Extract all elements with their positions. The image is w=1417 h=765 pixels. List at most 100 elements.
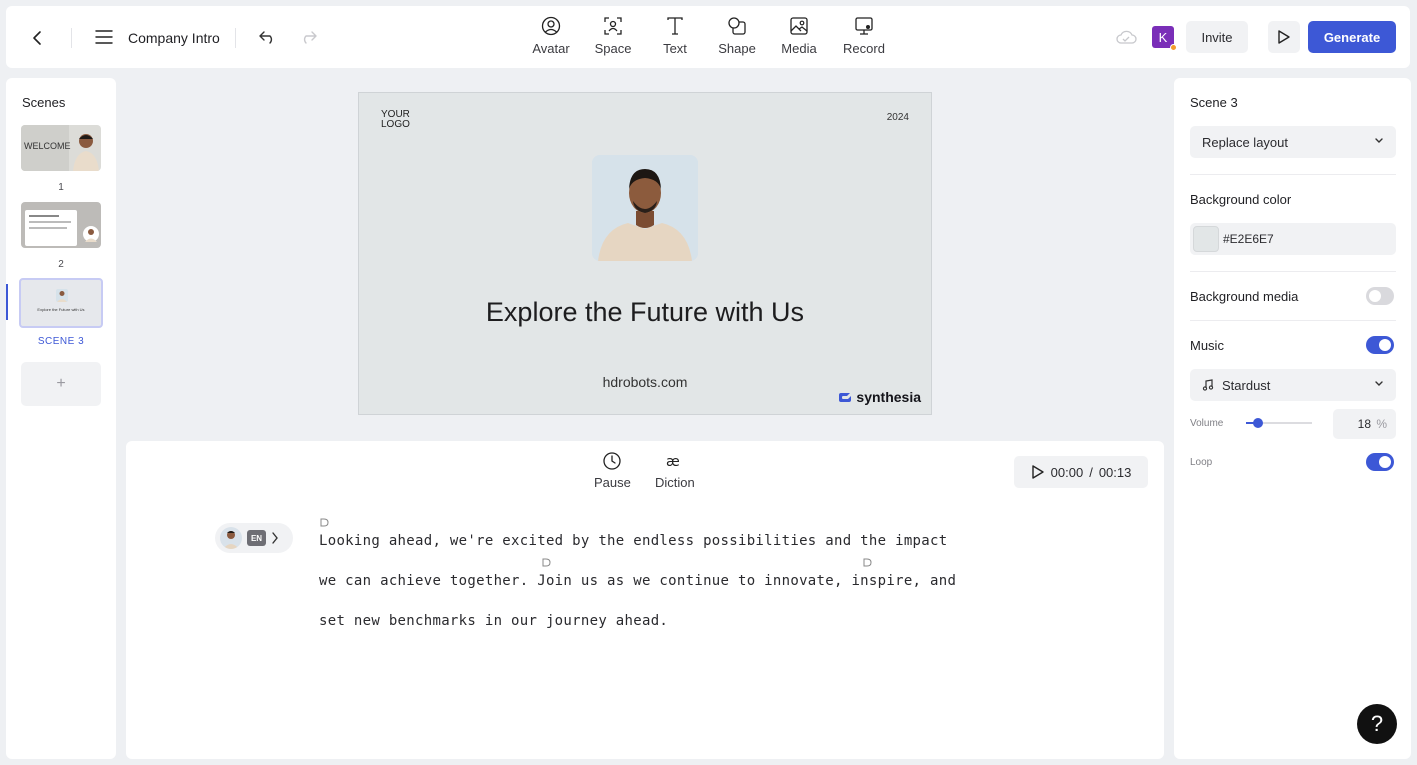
divider	[1190, 174, 1396, 175]
website-text[interactable]: hdrobots.com	[359, 374, 931, 390]
clock-icon	[603, 452, 622, 470]
scene-number: 2	[58, 259, 64, 270]
play-icon	[1031, 465, 1044, 479]
time-current: 00:00	[1050, 464, 1084, 480]
divider	[235, 28, 236, 48]
svg-text:æ: æ	[666, 454, 680, 470]
tool-label: Space	[594, 41, 632, 56]
tool-record[interactable]: Record	[834, 16, 894, 62]
playback-timer[interactable]: 00:00 / 00:13	[1014, 456, 1148, 488]
tool-space[interactable]: Space	[583, 16, 643, 62]
text-icon	[667, 17, 683, 35]
tool-label: Media	[781, 41, 817, 56]
scene-thumbnail-1[interactable]: WELCOME	[21, 125, 101, 171]
back-icon[interactable]	[24, 24, 52, 52]
year-text[interactable]: 2024	[887, 112, 909, 123]
volume-label: Volume	[1190, 418, 1224, 429]
diction-button[interactable]: æ Diction	[655, 451, 695, 490]
tool-avatar[interactable]: Avatar	[521, 16, 581, 62]
music-toggle[interactable]	[1366, 336, 1394, 354]
headline-text[interactable]: Explore the Future with Us	[359, 297, 931, 328]
play-icon	[1278, 30, 1290, 44]
scene-title: Scene 3	[1190, 95, 1238, 110]
toggle-knob	[1379, 456, 1391, 468]
loop-toggle[interactable]	[1366, 453, 1394, 471]
user-initial: K	[1158, 29, 1168, 45]
volume-slider[interactable]	[1246, 418, 1312, 428]
divider	[71, 28, 72, 48]
scenes-title: Scenes	[22, 95, 66, 110]
thumb-line	[29, 221, 71, 223]
brand-watermark: synthesia	[838, 389, 921, 405]
presenter-image	[73, 129, 99, 171]
redo-icon[interactable]	[296, 25, 320, 49]
thumb-line	[29, 227, 67, 229]
invite-button[interactable]: Invite	[1186, 21, 1248, 53]
volume-value[interactable]: 18	[1358, 417, 1371, 431]
toggle-knob	[1379, 339, 1391, 351]
generate-button[interactable]: Generate	[1308, 21, 1396, 53]
toggle-knob	[1369, 290, 1381, 302]
volume-input[interactable]: 18 %	[1333, 409, 1396, 439]
background-media-toggle[interactable]	[1366, 287, 1394, 305]
tool-shape[interactable]: Shape	[707, 16, 767, 62]
project-title[interactable]: Company Intro	[128, 30, 220, 46]
script-line[interactable]: set new benchmarks in our journey ahead.	[319, 601, 999, 641]
background-color-label: Background color	[1190, 192, 1292, 207]
brand-name: synthesia	[856, 389, 921, 405]
chevron-down-icon	[1375, 381, 1383, 386]
dropdown-label: Replace layout	[1202, 134, 1288, 150]
menu-icon[interactable]	[92, 25, 116, 49]
top-bar: Company Intro Avatar Space Text Shape Me…	[6, 6, 1410, 68]
replace-layout-dropdown[interactable]: Replace layout	[1190, 126, 1396, 158]
tool-text[interactable]: Text	[645, 16, 705, 62]
record-icon	[855, 17, 873, 35]
shape-icon	[728, 17, 746, 35]
slider-handle[interactable]	[1252, 418, 1263, 428]
music-track-dropdown[interactable]: Stardust	[1190, 369, 1396, 401]
diction-label: Diction	[655, 475, 695, 490]
color-swatch[interactable]	[1193, 226, 1219, 252]
script-line[interactable]: we can achieve together. Join us as we c…	[319, 561, 999, 601]
background-color-field[interactable]: #E2E6E7	[1190, 223, 1396, 255]
music-note-icon	[1202, 379, 1214, 391]
media-icon	[790, 17, 808, 35]
chevron-down-icon	[1375, 138, 1383, 143]
undo-icon[interactable]	[256, 25, 280, 49]
chevron-right-icon	[272, 532, 278, 544]
scene-thumbnail-3[interactable]: Explore the Future with Us	[19, 278, 103, 328]
language-badge: EN	[247, 530, 266, 546]
tool-label: Text	[663, 41, 687, 56]
preview-button[interactable]	[1268, 21, 1300, 53]
user-avatar[interactable]: K	[1152, 26, 1177, 51]
volume-unit: %	[1376, 417, 1387, 431]
tool-label: Record	[843, 41, 885, 56]
time-total: 00:13	[1098, 464, 1132, 480]
scene-thumbnail-2[interactable]	[21, 202, 101, 248]
thumb-text: WELCOME	[24, 141, 71, 151]
script-line[interactable]: Looking ahead, we're excited by the endl…	[319, 521, 999, 561]
color-value[interactable]: #E2E6E7	[1223, 232, 1274, 246]
scene-number: 1	[58, 182, 64, 193]
logo-placeholder[interactable]: YOUR LOGO	[381, 110, 410, 130]
scene-canvas[interactable]: YOUR LOGO 2024 Explore the Future with U…	[358, 92, 932, 415]
space-icon	[604, 17, 622, 35]
track-name: Stardust	[1222, 377, 1271, 393]
avatar-presenter[interactable]	[592, 155, 698, 261]
pause-button[interactable]: Pause	[594, 451, 631, 490]
tool-media[interactable]: Media	[769, 16, 829, 62]
scenes-panel: Scenes WELCOME 1 2 Explore the Future wi…	[6, 78, 116, 759]
help-button[interactable]: ?	[1357, 704, 1397, 744]
status-dot	[1170, 44, 1177, 51]
voice-selector[interactable]: EN	[215, 523, 293, 553]
diction-icon: æ	[666, 454, 680, 470]
divider	[1190, 320, 1396, 321]
add-scene-button[interactable]: +	[21, 362, 101, 406]
cloud-sync-icon	[1115, 26, 1137, 48]
avatar-icon	[541, 16, 561, 36]
tool-label: Shape	[718, 41, 756, 56]
avatar-thumbnail	[220, 527, 242, 549]
script-editor[interactable]: Looking ahead, we're excited by the endl…	[319, 521, 999, 641]
scene-label-active: SCENE 3	[37, 336, 85, 347]
loop-label: Loop	[1190, 457, 1213, 468]
